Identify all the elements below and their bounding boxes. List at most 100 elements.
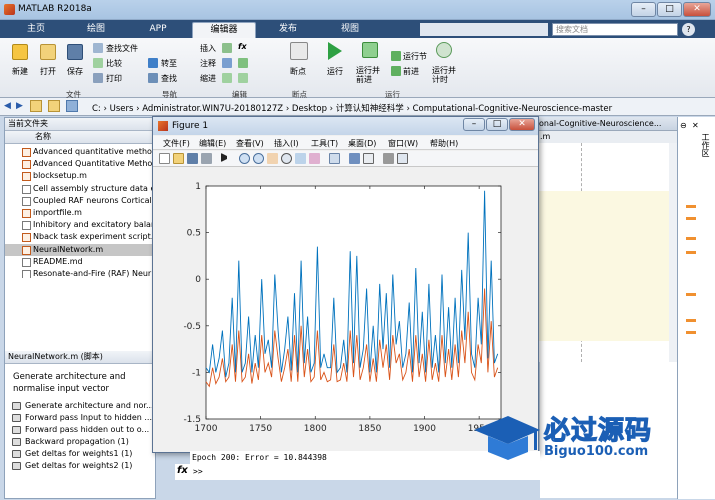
run-time-button[interactable]: 运行并 计时 [432, 66, 456, 84]
figure-minimize-button[interactable]: – [463, 118, 485, 131]
warning-marker[interactable] [686, 293, 696, 296]
name-column-header[interactable]: 名称 [5, 131, 155, 144]
figure-menu-item[interactable]: 桌面(D) [348, 138, 376, 149]
percent-icon[interactable] [222, 58, 232, 68]
file-row[interactable]: README.md [5, 256, 155, 268]
comment-button[interactable]: 注释 [200, 58, 216, 69]
insert-button[interactable]: 插入 [200, 43, 216, 54]
section-item[interactable]: Backward propagation (1) [11, 436, 155, 448]
section-item[interactable]: Forward pass hidden out to o... [11, 424, 155, 436]
advance-icon[interactable] [391, 66, 401, 76]
tab-apps[interactable]: APP [128, 22, 188, 38]
file-row[interactable]: Cell assembly structure data e [5, 183, 155, 195]
file-row[interactable]: Coupled RAF neurons Cortical [5, 195, 155, 207]
new-icon[interactable] [12, 44, 28, 60]
tab-plots[interactable]: 绘图 [66, 22, 126, 38]
figure-menu-item[interactable]: 插入(I) [274, 138, 299, 149]
file-row[interactable]: Nback task experiment script. [5, 231, 155, 243]
figure-menu-item[interactable]: 编辑(E) [199, 138, 226, 149]
legend-icon[interactable] [363, 153, 374, 164]
advance-button[interactable]: 前进 [403, 66, 419, 77]
breakpoints-icon[interactable] [290, 42, 308, 60]
save-icon[interactable] [67, 44, 83, 60]
tab-view[interactable]: 视图 [320, 22, 380, 38]
maximize-button[interactable]: □ [657, 2, 682, 17]
print-figure-icon[interactable] [201, 153, 212, 164]
warning-marker[interactable] [686, 217, 696, 220]
comment-wrap-icon[interactable] [238, 58, 248, 68]
save-button[interactable]: 保存 [67, 66, 83, 77]
help-icon[interactable]: ? [682, 23, 695, 36]
warning-marker[interactable] [686, 251, 696, 254]
minimize-button[interactable]: – [631, 2, 656, 17]
current-path[interactable]: C: › Users › Administrator.WIN7U-2018012… [92, 102, 612, 114]
tab-home[interactable]: 主页 [8, 22, 64, 38]
forward-arrow-icon[interactable]: ▶ [16, 101, 23, 111]
insert-section-icon[interactable] [222, 43, 232, 53]
find-icon[interactable] [148, 73, 158, 83]
figure-maximize-button[interactable]: □ [486, 118, 508, 131]
file-row[interactable]: Advanced quantitative methods [5, 146, 155, 158]
warning-marker[interactable] [686, 205, 696, 208]
file-row[interactable]: Advanced Quantitative Methods [5, 158, 155, 170]
new-button[interactable]: 新建 [12, 66, 28, 77]
run-time-icon[interactable] [436, 42, 452, 58]
select-arrow-icon[interactable] [221, 153, 227, 162]
file-row[interactable]: NeuralNetwork.m [5, 243, 155, 256]
close-pane-icon[interactable]: ✕ [692, 121, 699, 130]
editor-file-tab[interactable]: .m [537, 131, 677, 143]
file-row[interactable]: blocksetup.m [5, 170, 155, 182]
run-section-icon[interactable] [391, 51, 401, 61]
editor-scrollbar[interactable] [669, 143, 677, 362]
find-files-icon[interactable] [93, 43, 103, 53]
figure-menu-item[interactable]: 查看(V) [236, 138, 264, 149]
colorbar-icon[interactable] [349, 153, 360, 164]
browse-folder-icon[interactable] [48, 100, 60, 112]
zoom-in-icon[interactable] [239, 153, 250, 164]
fx-icon[interactable]: fx [177, 465, 188, 476]
up-folder-icon[interactable] [66, 100, 78, 112]
goto-button[interactable]: 转至 [161, 58, 177, 69]
compare-icon[interactable] [93, 58, 103, 68]
pan-icon[interactable] [267, 153, 278, 164]
run-icon[interactable] [328, 42, 342, 60]
command-prompt[interactable]: >> [193, 467, 203, 476]
warning-marker[interactable] [686, 237, 696, 240]
decrease-indent-icon[interactable] [238, 73, 248, 83]
run-advance-button[interactable]: 运行并 前进 [356, 66, 380, 84]
section-item[interactable]: Get deltas for weights1 (1) [11, 448, 155, 460]
show-plot-tools-icon[interactable] [397, 153, 408, 164]
smart-indent-icon[interactable] [222, 73, 232, 83]
close-button[interactable]: ✕ [683, 2, 711, 17]
section-item[interactable]: Generate architecture and nor... [11, 400, 155, 412]
run-advance-icon[interactable] [362, 42, 378, 58]
open-file-icon[interactable] [173, 153, 184, 164]
warning-marker[interactable] [686, 331, 696, 334]
tab-editor[interactable]: 编辑器 [192, 22, 256, 38]
goto-icon[interactable] [148, 58, 158, 68]
figure-menu-item[interactable]: 帮助(H) [430, 138, 458, 149]
fx-icon[interactable]: fx [238, 42, 247, 51]
warning-marker[interactable] [686, 319, 696, 322]
zoom-out-icon[interactable] [253, 153, 264, 164]
editor-file-tab-label[interactable]: .m [540, 132, 550, 141]
open-button[interactable]: 打开 [40, 66, 56, 77]
collapse-icon[interactable]: ⊖ [680, 121, 687, 130]
print-button[interactable]: 打印 [106, 73, 122, 84]
rotate-icon[interactable] [281, 153, 292, 164]
figure-menu-item[interactable]: 窗口(W) [388, 138, 418, 149]
save-figure-icon[interactable] [187, 153, 198, 164]
quick-access-toolbar[interactable] [420, 23, 548, 36]
open-folder-icon[interactable] [40, 44, 56, 60]
brush-icon[interactable] [309, 153, 320, 164]
figure-menu-item[interactable]: 文件(F) [163, 138, 190, 149]
search-docs-input[interactable]: 搜索文档 [552, 23, 678, 36]
hide-plot-tools-icon[interactable] [383, 153, 394, 164]
compare-button[interactable]: 比较 [106, 58, 122, 69]
new-figure-icon[interactable] [159, 153, 170, 164]
breakpoints-button[interactable]: 断点 [290, 66, 306, 77]
tab-publish[interactable]: 发布 [258, 22, 318, 38]
back-arrow-icon[interactable]: ◀ [4, 101, 11, 111]
figure-close-button[interactable]: ✕ [509, 118, 535, 131]
section-item[interactable]: Forward pass Input to hidden ... [11, 412, 155, 424]
